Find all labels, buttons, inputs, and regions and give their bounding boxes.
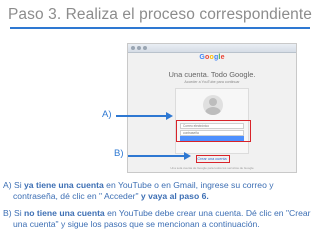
login-subheading: Acceder a YouTube para continuar xyxy=(184,80,240,84)
window-dot-icon xyxy=(137,46,141,50)
note-b: B) Si no tiene una cuenta en YouTube deb… xyxy=(3,208,317,231)
login-heading: Una cuenta. Todo Google. xyxy=(168,70,256,79)
avatar-icon xyxy=(203,95,223,115)
arrow-right-icon xyxy=(184,152,191,160)
create-account-highlight-box xyxy=(196,155,230,163)
google-login-screenshot: Google Una cuenta. Todo Google. Acceder … xyxy=(127,43,297,173)
callout-a-arrow xyxy=(116,115,168,117)
browser-toolbar xyxy=(128,44,296,53)
title-underline xyxy=(10,27,310,29)
instructions: A) Si ya tiene una cuenta en YouTube o e… xyxy=(3,180,317,236)
arrow-right-icon xyxy=(166,112,173,120)
callout-b-label: B) xyxy=(114,148,124,159)
google-logo: Google xyxy=(128,54,296,61)
login-highlight-box xyxy=(176,120,251,142)
slide-title: Paso 3. Realiza el proceso correspondien… xyxy=(7,6,313,23)
note-a: A) Si ya tiene una cuenta en YouTube o e… xyxy=(3,180,317,203)
logo-letter: e xyxy=(220,54,225,61)
callout-b-arrow xyxy=(128,155,186,157)
callout-a-label: A) xyxy=(102,109,112,120)
login-footer: Una sola cuenta de Google para todos los… xyxy=(170,166,254,170)
window-dot-icon xyxy=(131,46,135,50)
note-a-prefix: A) Si xyxy=(3,180,25,190)
note-a-emphasis: ya tiene una cuenta xyxy=(24,180,104,190)
note-a-step-ref: y vaya al paso 6. xyxy=(140,191,209,202)
window-dot-icon xyxy=(143,46,147,50)
note-b-emphasis: no tiene una cuenta xyxy=(24,207,105,218)
note-b-prefix: B) Si xyxy=(3,207,25,218)
